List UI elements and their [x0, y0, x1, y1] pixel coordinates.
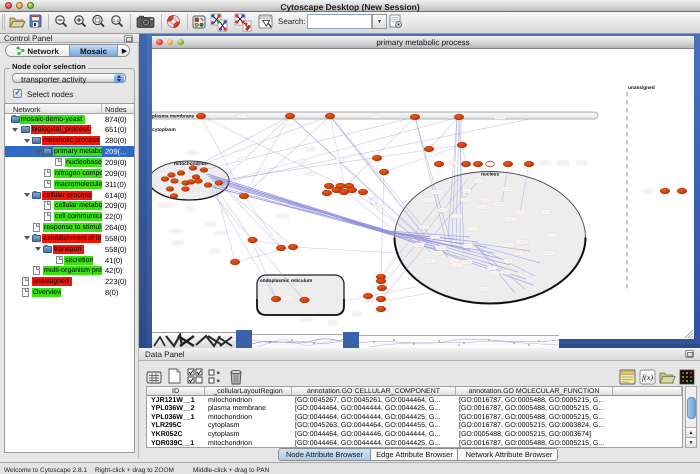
svg-text:cytoplasm: cytoplasm [152, 127, 176, 133]
svg-text:unassigned: unassigned [628, 85, 655, 91]
svg-text:1:1: 1:1 [113, 18, 120, 23]
svg-text:plasma membrane: plasma membrane [152, 114, 194, 120]
svg-text:endoplasmic reticulum: endoplasmic reticulum [260, 278, 312, 284]
svg-text:f(x): f(x) [642, 373, 653, 382]
svg-text:nucleus: nucleus [481, 172, 499, 178]
svg-text:mitochondrion: mitochondrion [174, 161, 208, 167]
